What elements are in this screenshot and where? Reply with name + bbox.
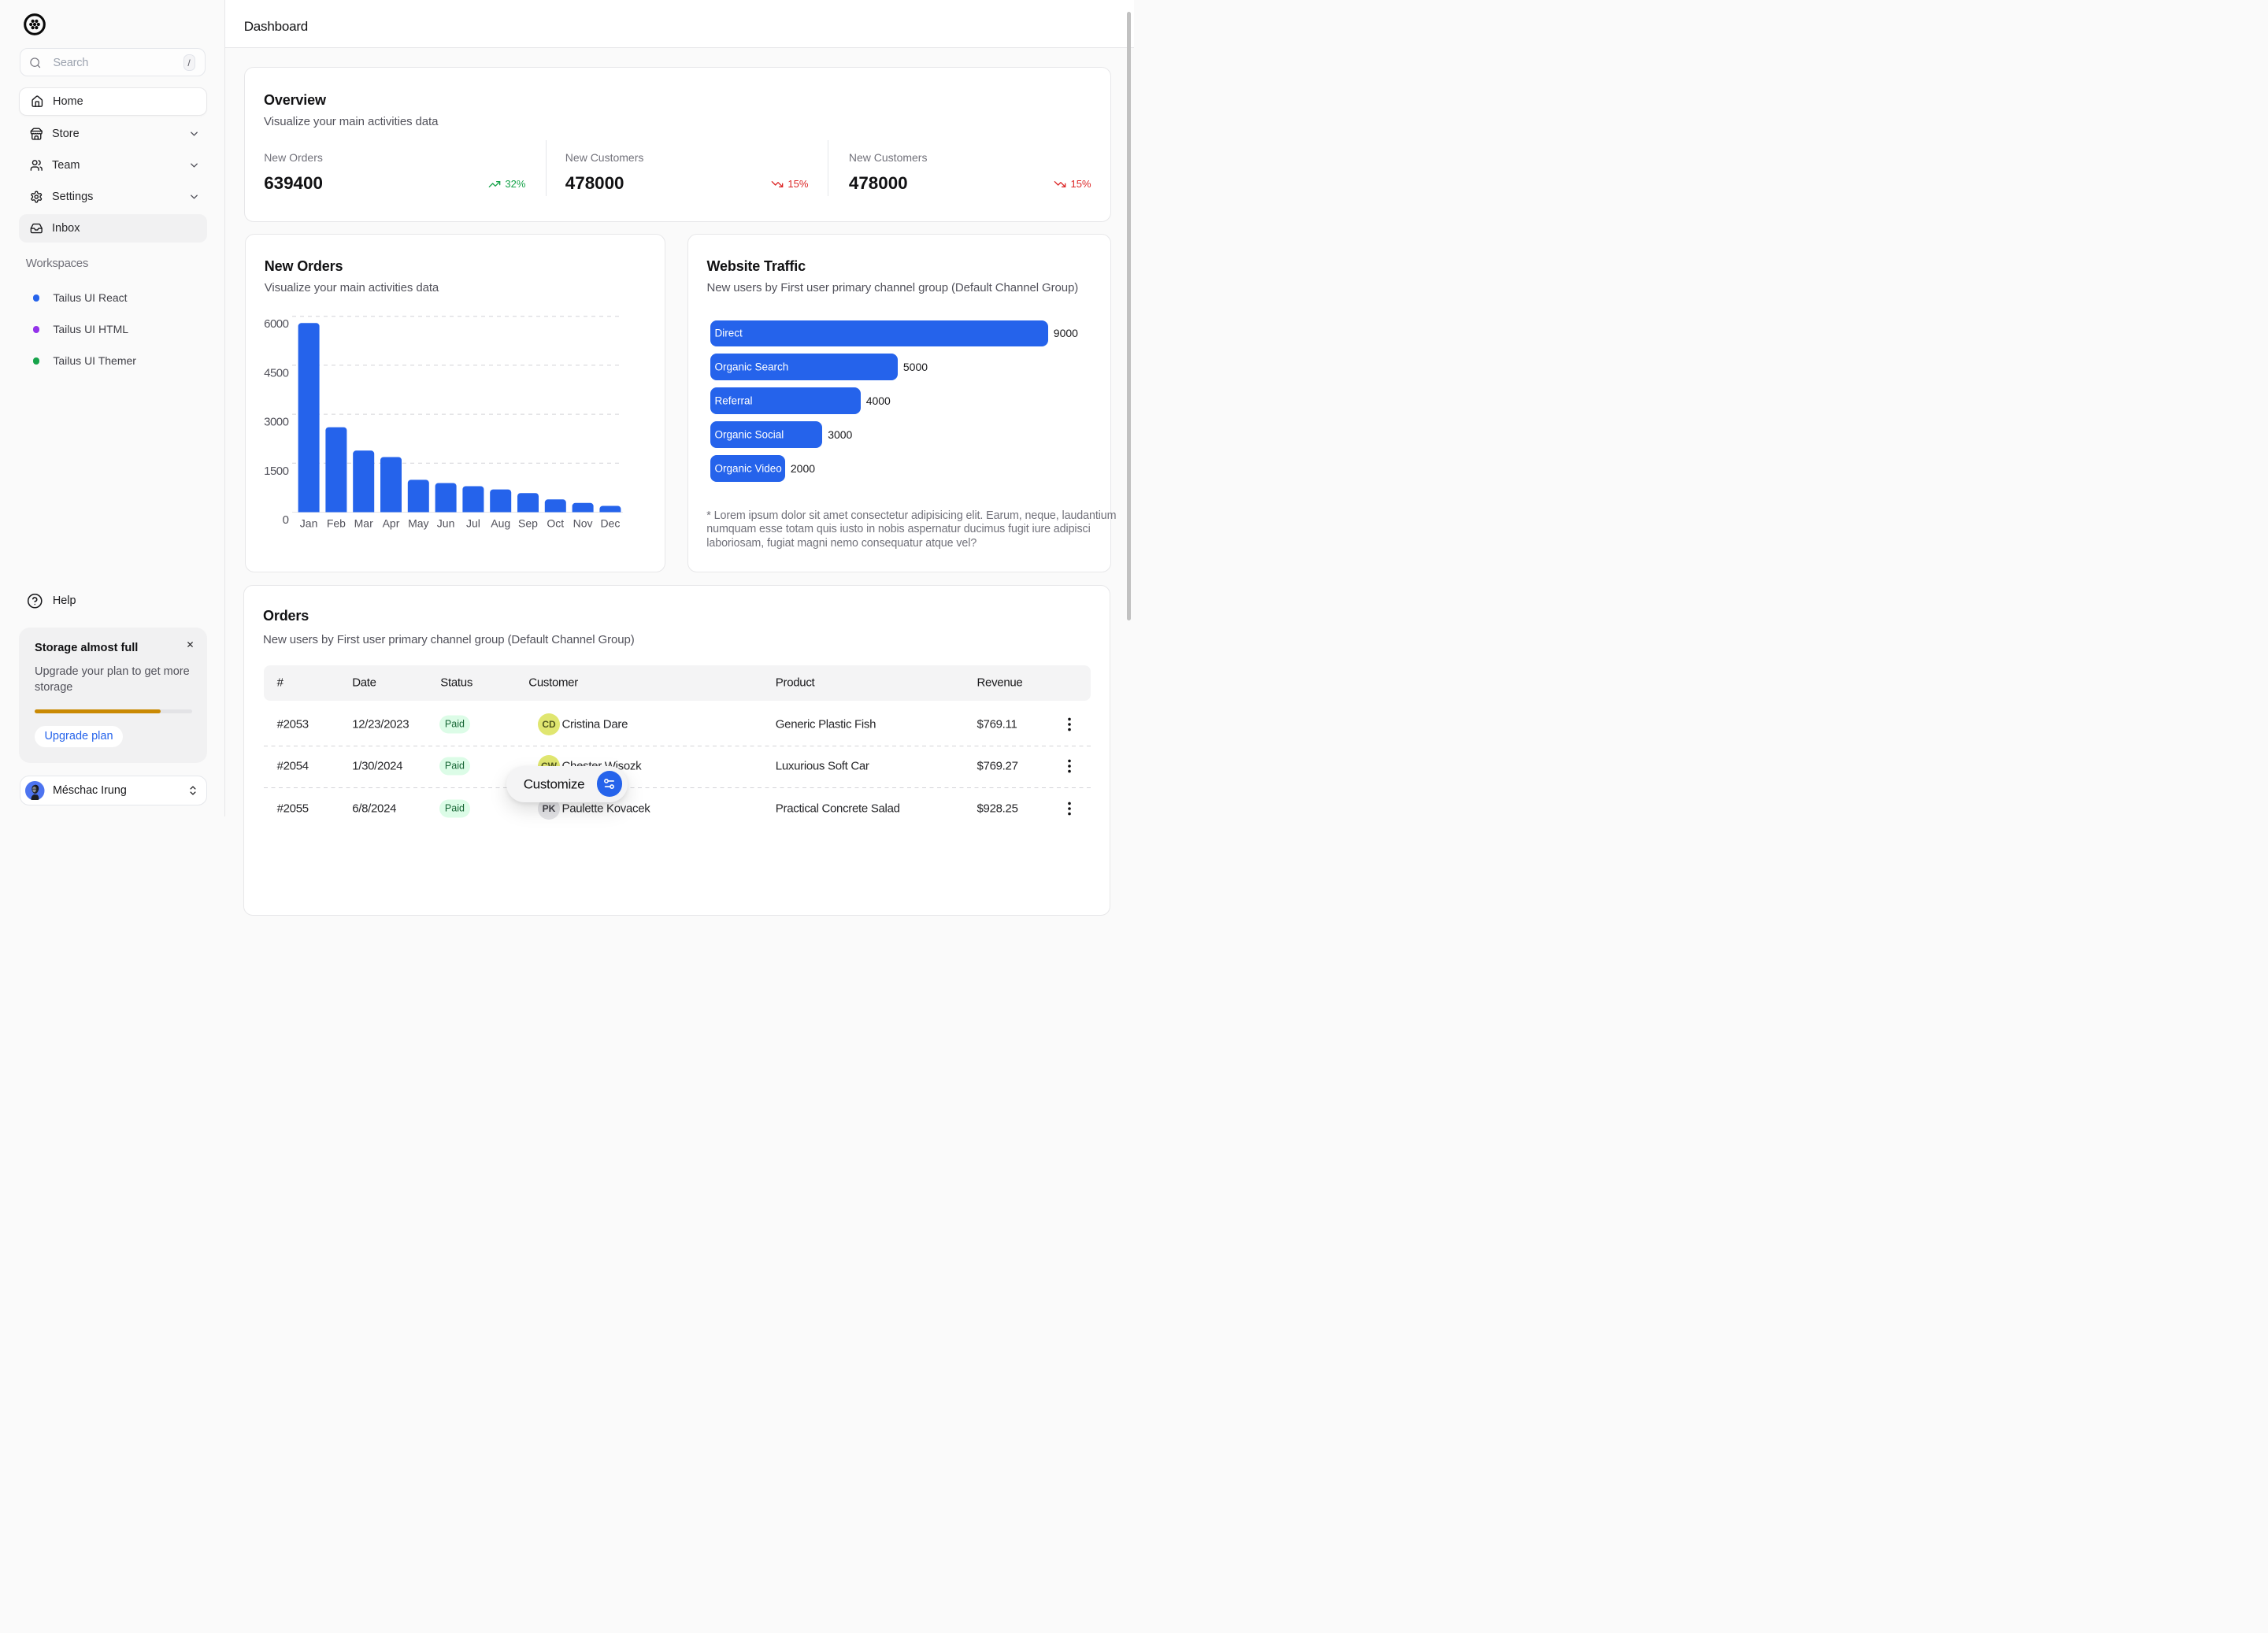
svg-text:0: 0: [282, 513, 288, 527]
svg-text:Oct: Oct: [547, 517, 564, 530]
svg-text:3000: 3000: [264, 416, 289, 429]
svg-text:Dec: Dec: [600, 517, 620, 530]
svg-text:Apr: Apr: [382, 517, 399, 530]
svg-text:Sep: Sep: [518, 517, 538, 530]
svg-text:Jan: Jan: [300, 517, 318, 530]
svg-text:Jun: Jun: [437, 517, 455, 530]
svg-text:6000: 6000: [264, 317, 289, 331]
svg-text:Nov: Nov: [573, 517, 592, 530]
svg-text:1500: 1500: [264, 465, 289, 478]
svg-text:4500: 4500: [264, 366, 289, 380]
svg-text:Feb: Feb: [327, 517, 346, 530]
svg-text:Aug: Aug: [491, 517, 510, 530]
svg-text:Mar: Mar: [354, 517, 372, 530]
svg-text:Jul: Jul: [466, 517, 480, 530]
svg-text:May: May: [408, 517, 428, 530]
